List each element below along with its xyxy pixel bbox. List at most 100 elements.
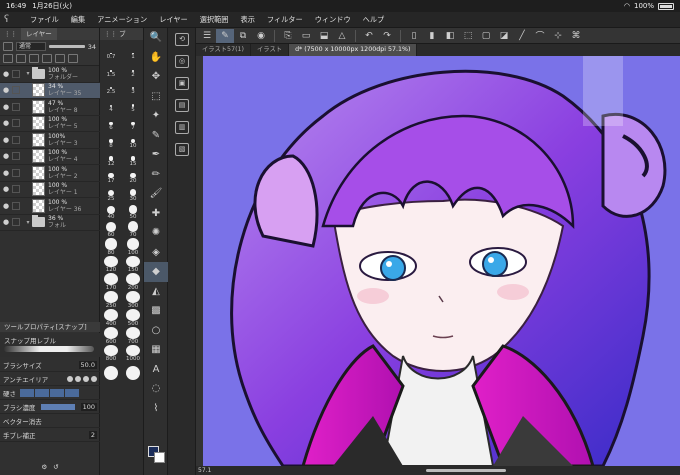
brush-size-preset[interactable]: 200 [123,273,143,291]
tab-layer[interactable]: レイヤー [21,28,57,40]
layer-lock-checkbox[interactable] [12,168,20,177]
quick-access-icon-5[interactable]: ▥ [168,116,196,138]
layer-row[interactable]: ● 100 % レイヤー 2 [0,165,100,182]
density-slider[interactable] [40,403,75,410]
brush-size-preset[interactable]: 250 [101,291,121,309]
layer-row[interactable]: ● 100 % レイヤー 1 [0,182,100,198]
brush-size-row[interactable]: ブラシサイズ 50.0 [0,358,100,372]
layer-lock-checkbox[interactable] [12,69,20,78]
move-icon[interactable]: ✥ [144,67,168,87]
menu-edit[interactable]: 編集 [65,15,91,25]
lock-transparency-icon[interactable] [29,53,39,63]
brush-size-preset[interactable]: 20 [123,167,143,184]
layer-row[interactable]: ● 47 % レイヤー 8 [0,99,100,116]
layer-row[interactable]: ● ▾ 100 % フォルダー [0,66,100,83]
clear-outside-icon[interactable]: ▮ [423,29,441,43]
drawing-canvas[interactable] [203,56,680,466]
new-file-icon[interactable]: ⎘ [279,29,297,43]
reset-icon[interactable]: ↺ [53,463,58,471]
brush-size-preset[interactable]: 3 [123,78,143,95]
decoration-icon[interactable]: ✺ [144,223,168,243]
reference-layer-icon[interactable] [16,53,26,63]
text-icon[interactable]: A [144,360,168,380]
open-file-icon[interactable]: ▭ [297,29,315,43]
brush-size-preset[interactable]: 400 [101,308,121,327]
brush-size-preset[interactable]: 40 [101,202,121,220]
brush-size-preset[interactable]: 2 [123,60,143,78]
zoom-value[interactable]: 57.1 [198,466,211,475]
eye-icon[interactable]: ● [0,119,12,127]
quick-access-icon-4[interactable]: ▤ [168,94,196,116]
stabilize-row[interactable]: 手ブレ補正 2 [0,428,100,442]
layer-lock-checkbox[interactable] [12,152,20,161]
menu-icon[interactable]: ☰ [198,29,216,43]
quick-access-icon-6[interactable]: ▧ [168,138,196,160]
density-value[interactable]: 100 [80,402,97,411]
deselect-icon[interactable]: ▢ [477,29,495,43]
settings-icon[interactable]: ⚙ [41,463,47,471]
layer-row[interactable]: ● 100 % レイヤー 5 [0,116,100,132]
invert-selection-icon[interactable]: ◪ [495,29,513,43]
select-icon[interactable]: ⬚ [144,87,168,107]
brush-size-preset[interactable]: 50 [123,202,143,220]
layer-lock-checkbox[interactable] [12,185,20,194]
menu-filter[interactable]: フィルター [261,15,309,25]
sub-color-swatch[interactable] [154,452,165,463]
snap-special-icon[interactable]: ⌒ [531,29,549,43]
stabilize-value[interactable]: 2 [88,430,97,439]
pen-icon[interactable]: ✒ [144,145,168,165]
antialias-row[interactable]: アンチエイリア [0,372,100,386]
ruler-snap-icon[interactable]: ◉ [252,29,270,43]
eye-icon[interactable]: ● [0,218,12,226]
layer-lock-checkbox[interactable] [12,102,20,111]
brush-size-preset[interactable]: 500 [123,308,143,327]
auto-select-icon[interactable]: ✦ [144,106,168,126]
redo-icon[interactable]: ↷ [378,29,396,43]
frame-icon[interactable]: ▦ [144,340,168,360]
settings-command-icon[interactable]: ⌘ [567,29,585,43]
snap-grid-icon[interactable]: ⊹ [549,29,567,43]
quick-access-icon-1[interactable]: ⟲ [168,28,196,50]
brush-size-preset[interactable]: 120 [101,255,121,273]
menu-animation[interactable]: アニメーション [91,15,153,25]
blend-mode-select[interactable]: 通常 [16,42,46,52]
brush-size-preset[interactable]: 1000 [123,344,143,362]
document-tab[interactable]: イラスト [251,44,290,56]
antialias-options[interactable] [67,375,97,382]
menu-help[interactable]: ヘルプ [357,15,391,25]
brush-size-preset[interactable]: 700 [123,326,143,345]
opacity-slider[interactable] [49,45,85,49]
brush-size-preset[interactable]: 150 [123,255,143,273]
eye-icon[interactable]: ● [0,152,12,160]
brush-size-preset[interactable]: 1.5 [101,60,121,78]
quick-access-icon-3[interactable]: ▣ [168,72,196,94]
zoom-icon[interactable]: 🔍 [144,28,168,48]
brush-size-preset[interactable]: 300 [123,291,143,309]
eye-icon[interactable]: ● [0,185,12,193]
layer-row[interactable]: ● 100 % レイヤー 36 [0,198,100,215]
menu-layer[interactable]: レイヤー [153,15,194,25]
clear-icon[interactable]: ▯ [405,29,423,43]
quick-access-icon-2[interactable]: ◎ [168,50,196,72]
eye-icon[interactable]: ● [0,136,12,144]
brush-size-preset[interactable]: 80 [101,238,121,256]
ruler-icon[interactable] [55,53,65,63]
brush-size-preset[interactable]: 100 [123,237,143,256]
brush-size-preset[interactable]: 25 [101,184,121,202]
brush-size-preset[interactable]: 800 [101,344,121,362]
menu-view[interactable]: 表示 [235,15,261,25]
layer-color-icon[interactable] [68,53,78,63]
horizontal-scrollbar[interactable] [426,469,506,472]
brush-size-preset[interactable]: 15 [123,149,143,167]
clip-studio-logo-icon[interactable]: ʕ [4,14,18,26]
folder-expand-icon[interactable]: ▾ [24,219,32,226]
pencil-icon[interactable]: ✏ [144,165,168,185]
brush-size-preset[interactable]: 8 [101,131,121,149]
brush-size-tab[interactable]: ⋮⋮ ブ [100,28,143,40]
brush-size-preset[interactable]: 30 [123,184,143,202]
brush-icon[interactable]: 🖌 [144,184,168,204]
document-tab[interactable]: d* (7500 x 10000px 1200dpi 57.1%) [289,44,418,56]
layer-row[interactable]: ● 100% レイヤー 3 [0,132,100,149]
brush-size-preset[interactable]: 0.7 [101,42,121,60]
menu-file[interactable]: ファイル [24,15,65,25]
